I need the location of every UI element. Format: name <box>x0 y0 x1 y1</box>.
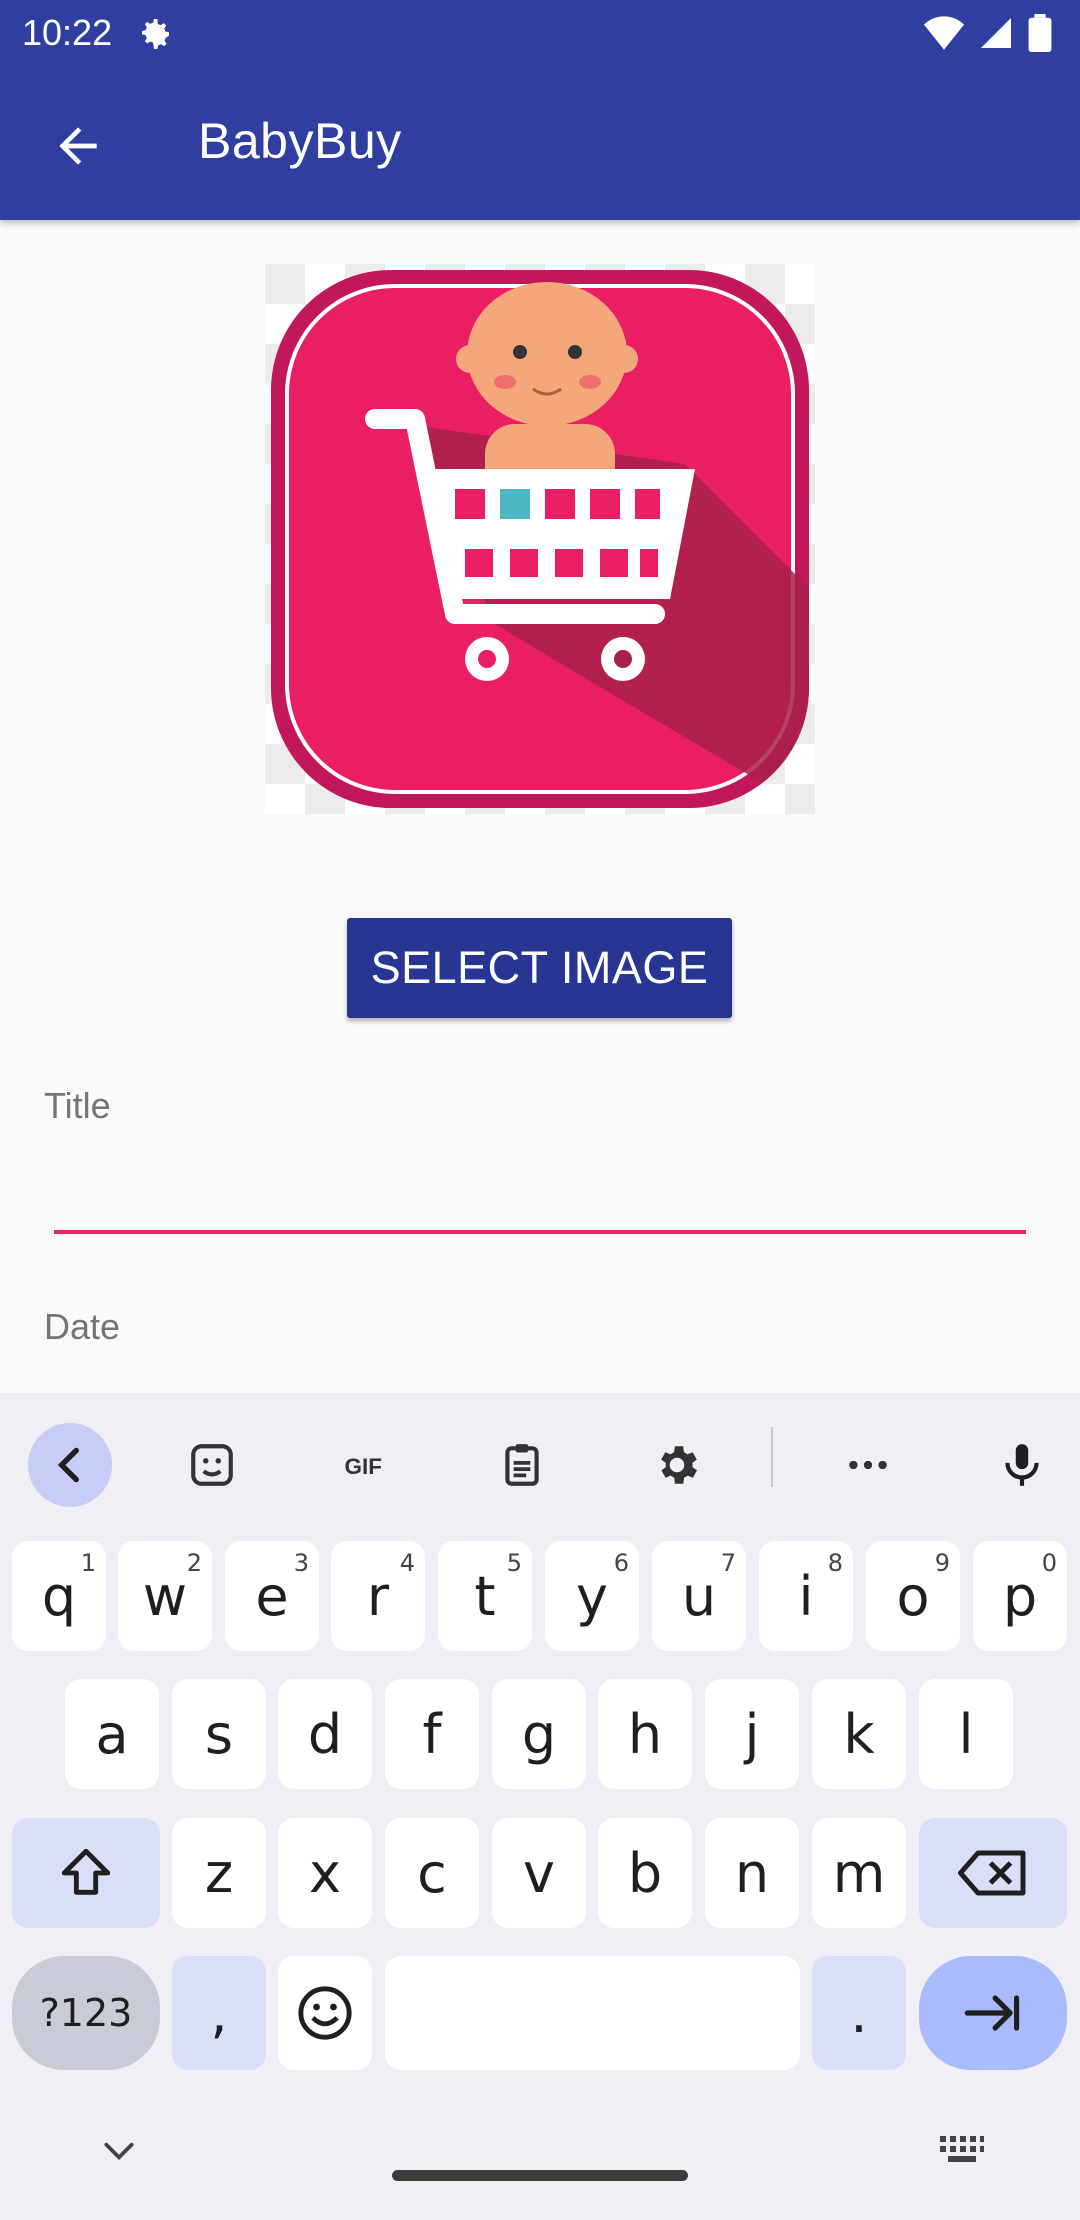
battery-icon <box>1028 14 1052 52</box>
settings-icon[interactable] <box>635 1423 719 1507</box>
key-o[interactable]: o9 <box>866 1541 960 1651</box>
key-u[interactable]: u7 <box>652 1541 746 1651</box>
key-v[interactable]: v <box>492 1818 586 1928</box>
key-p[interactable]: p0 <box>973 1541 1067 1651</box>
key-y[interactable]: y6 <box>545 1541 639 1651</box>
gesture-navigation-bar[interactable] <box>392 2170 688 2181</box>
space-key[interactable] <box>385 1956 800 2070</box>
app-bar: BabyBuy <box>0 66 1080 220</box>
app-title: BabyBuy <box>198 113 402 169</box>
key-w[interactable]: w2 <box>118 1541 212 1651</box>
key-i[interactable]: i8 <box>759 1541 853 1651</box>
key-x[interactable]: x <box>278 1818 372 1928</box>
key-b[interactable]: b <box>598 1818 692 1928</box>
key-k[interactable]: k <box>812 1679 906 1789</box>
clipboard-icon[interactable] <box>480 1423 564 1507</box>
title-input-underline <box>54 1230 1026 1234</box>
key-m[interactable]: m <box>812 1818 906 1928</box>
status-bar: 10:22 <box>0 0 1080 66</box>
comma-key[interactable]: , <box>172 1956 266 2070</box>
key-l[interactable]: l <box>919 1679 1013 1789</box>
gif-icon[interactable]: GIF <box>325 1423 409 1507</box>
backspace-icon <box>958 1850 1026 1896</box>
shift-icon <box>61 1848 111 1895</box>
key-r[interactable]: r4 <box>331 1541 425 1651</box>
microphone-icon[interactable] <box>980 1423 1064 1507</box>
key-d[interactable]: d <box>278 1679 372 1789</box>
sticker-icon[interactable] <box>170 1423 254 1507</box>
tab-next-icon <box>964 1995 1020 2031</box>
key-a[interactable]: a <box>65 1679 159 1789</box>
toolbar-divider <box>771 1427 773 1487</box>
item-image <box>265 264 815 814</box>
select-image-button[interactable]: SELECT IMAGE <box>347 918 732 1018</box>
settings-gear-icon <box>142 19 169 49</box>
key-j[interactable]: j <box>705 1679 799 1789</box>
back-arrow-icon[interactable] <box>50 118 106 174</box>
svg-text:GIF: GIF <box>345 1454 383 1479</box>
date-label: Date <box>44 1306 121 1347</box>
key-n[interactable]: n <box>705 1818 799 1928</box>
backspace-key[interactable] <box>919 1818 1067 1928</box>
symbols-key[interactable]: ?123 <box>12 1956 160 2070</box>
shift-key[interactable] <box>12 1818 160 1928</box>
hide-keyboard-icon[interactable] <box>100 2138 138 2164</box>
more-icon[interactable] <box>826 1423 910 1507</box>
title-label: Title <box>44 1085 111 1126</box>
back-chevron-icon[interactable] <box>28 1423 112 1507</box>
key-z[interactable]: z <box>172 1818 266 1928</box>
key-t[interactable]: t5 <box>438 1541 532 1651</box>
key-c[interactable]: c <box>385 1818 479 1928</box>
key-e[interactable]: e3 <box>225 1541 319 1651</box>
key-h[interactable]: h <box>598 1679 692 1789</box>
status-time: 10:22 <box>22 12 113 53</box>
soft-keyboard: GIF q1 w2 e3 r4 t5 y6 u7 i8 o9 p0 a s d … <box>0 1393 1080 2220</box>
keyboard-switch-icon[interactable] <box>938 2133 986 2167</box>
title-input[interactable] <box>54 1160 1030 1234</box>
key-f[interactable]: f <box>385 1679 479 1789</box>
cell-signal-icon <box>981 18 1011 48</box>
key-s[interactable]: s <box>172 1679 266 1789</box>
key-q[interactable]: q1 <box>12 1541 106 1651</box>
key-g[interactable]: g <box>492 1679 586 1789</box>
emoji-icon <box>298 1986 352 2040</box>
period-key[interactable]: . <box>812 1956 906 2070</box>
next-key[interactable] <box>919 1956 1067 2070</box>
wifi-icon <box>924 16 964 50</box>
emoji-key[interactable] <box>278 1956 372 2070</box>
